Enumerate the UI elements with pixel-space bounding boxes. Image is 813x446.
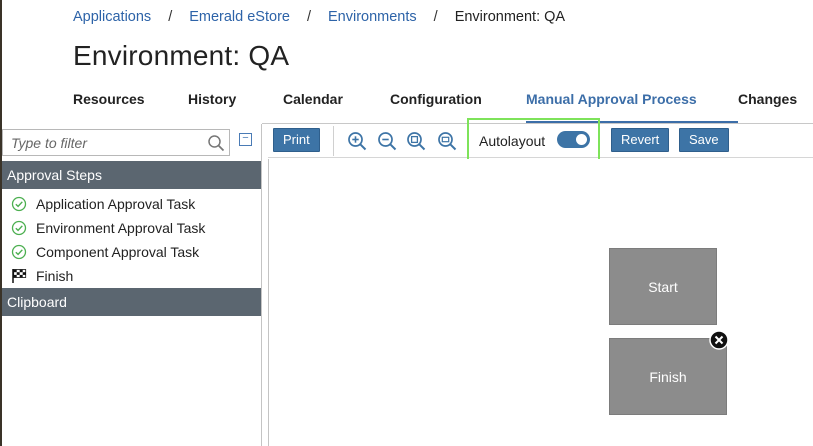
- breadcrumb-applications[interactable]: Applications: [73, 9, 151, 25]
- approval-steps-list: Application Approval Task Environment Ap…: [2, 192, 261, 288]
- zoom-out-icon[interactable]: [377, 131, 397, 151]
- breadcrumb-separator: /: [306, 9, 311, 25]
- breadcrumb-emerald-estore[interactable]: Emerald eStore: [189, 9, 290, 25]
- step-label: Application Approval Task: [36, 196, 196, 212]
- step-label: Finish: [36, 268, 74, 284]
- autolayout-label: Autolayout: [479, 133, 546, 149]
- breadcrumb: Applications / Emerald eStore / Environm…: [73, 8, 565, 26]
- check-circle-icon: [11, 196, 27, 212]
- check-circle-icon: [11, 220, 27, 236]
- zoom-fit-icon[interactable]: [406, 131, 426, 151]
- toolbar-divider: [333, 126, 334, 156]
- filter-box: [2, 129, 230, 156]
- step-label: Component Approval Task: [36, 244, 200, 260]
- clipboard-header[interactable]: Clipboard: [2, 288, 261, 316]
- approval-steps-header: Approval Steps: [2, 161, 261, 189]
- zoom-actual-size-icon[interactable]: [437, 131, 457, 151]
- step-component-approval-task[interactable]: Component Approval Task: [2, 240, 261, 264]
- autolayout-toggle[interactable]: [557, 131, 590, 148]
- search-icon[interactable]: [207, 134, 225, 152]
- tab-bar: Resources History Calendar Configuration…: [73, 86, 813, 124]
- breadcrumb-separator: /: [433, 9, 438, 25]
- zoom-in-icon[interactable]: [347, 131, 367, 151]
- breadcrumb-current: Environment: QA: [454, 9, 566, 25]
- breadcrumb-environments[interactable]: Environments: [328, 9, 417, 25]
- tab-calendar[interactable]: Calendar: [283, 86, 390, 124]
- left-panel: − Approval Steps Application Approval Ta…: [2, 124, 262, 446]
- print-button[interactable]: Print: [273, 128, 320, 152]
- step-label: Environment Approval Task: [36, 220, 206, 236]
- start-node[interactable]: Start: [609, 248, 717, 325]
- tab-resources[interactable]: Resources: [73, 86, 188, 124]
- process-canvas[interactable]: Start Finish: [268, 159, 813, 446]
- tab-history[interactable]: History: [188, 86, 283, 124]
- save-button[interactable]: Save: [679, 128, 729, 152]
- revert-button[interactable]: Revert: [611, 128, 670, 152]
- page-title: Environment: QA: [73, 40, 290, 71]
- tab-changes[interactable]: Changes: [738, 86, 813, 124]
- toggle-knob: [576, 134, 587, 145]
- collapse-icon[interactable]: −: [239, 133, 252, 146]
- step-application-approval-task[interactable]: Application Approval Task: [2, 192, 261, 216]
- breadcrumb-separator: /: [168, 9, 173, 25]
- check-circle-icon: [11, 244, 27, 260]
- close-icon[interactable]: [709, 330, 729, 350]
- checkered-flag-icon: [12, 269, 27, 283]
- step-finish[interactable]: Finish: [2, 264, 261, 288]
- step-environment-approval-task[interactable]: Environment Approval Task: [2, 216, 261, 240]
- filter-input[interactable]: [3, 130, 203, 155]
